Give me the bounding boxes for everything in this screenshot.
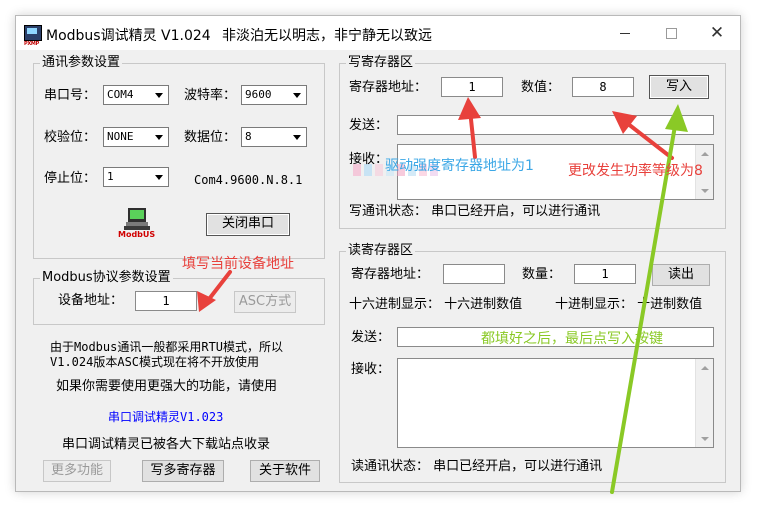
register-addr-arrow-head <box>458 97 481 120</box>
annotation-arrows <box>197 97 688 494</box>
value-arrow-head <box>612 111 637 134</box>
register-addr-note: 驱动强度寄存器地址为1 <box>385 158 534 174</box>
value-arrow-shaft <box>621 118 674 160</box>
write-note: 都填好之后，最后点写入按键 <box>481 331 663 347</box>
write-arrow-head <box>665 104 688 132</box>
value-note: 更改发生功率等级为8 <box>568 163 703 179</box>
device-addr-note: 填写当前设备地址 <box>182 256 294 272</box>
